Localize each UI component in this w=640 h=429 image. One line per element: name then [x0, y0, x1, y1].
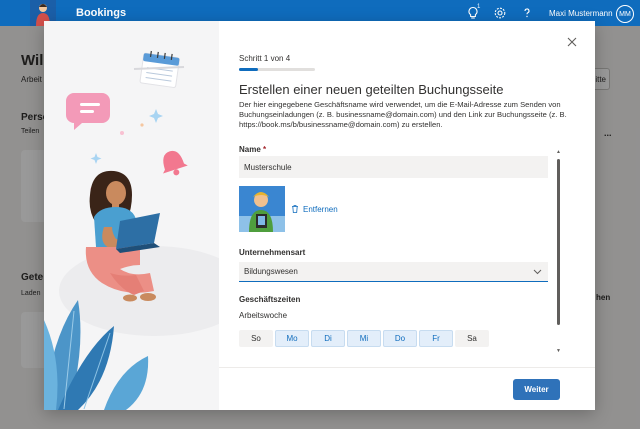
day-toggle-so[interactable]: So: [239, 330, 273, 347]
create-booking-page-dialog: Schritt 1 von 4 Erstellen einer neuen ge…: [44, 21, 595, 410]
business-logo-image: [239, 186, 285, 232]
close-icon: [567, 37, 577, 47]
step-indicator: Schritt 1 von 4: [239, 54, 291, 63]
business-type-value: Bildungswesen: [244, 267, 298, 276]
scroll-down-arrow-icon[interactable]: ▼: [556, 348, 561, 354]
day-toggle-fr[interactable]: Fr: [419, 330, 453, 347]
day-toggle-di[interactable]: Di: [311, 330, 345, 347]
day-toggle-mo[interactable]: Mo: [275, 330, 309, 347]
name-label-text: Name: [239, 145, 261, 154]
app-title: Bookings: [76, 7, 127, 19]
notification-badge: 1: [477, 4, 481, 10]
chevron-down-icon: [533, 269, 542, 275]
name-label: Name *: [239, 145, 266, 154]
remove-logo-label: Entfernen: [303, 204, 338, 214]
woman-with-laptop-illustration: [44, 50, 219, 410]
dialog-content: Schritt 1 von 4 Erstellen einer neuen ge…: [219, 21, 595, 410]
workweek-day-selector: So Mo Di Mi Do Fr Sa: [239, 330, 489, 347]
gear-icon[interactable]: [493, 6, 507, 20]
progress-fill: [239, 68, 258, 71]
business-type-dropdown[interactable]: Bildungswesen: [239, 262, 548, 282]
day-toggle-sa[interactable]: Sa: [455, 330, 489, 347]
required-marker: *: [263, 145, 267, 154]
day-toggle-mi[interactable]: Mi: [347, 330, 381, 347]
progress-bar: [239, 68, 315, 71]
dialog-title: Erstellen einer neuen geteilten Buchungs…: [239, 82, 504, 97]
business-hours-label: Geschäftszeiten: [239, 295, 301, 304]
close-button[interactable]: [565, 35, 579, 49]
workweek-label: Arbeitswoche: [239, 311, 288, 320]
dialog-footer-divider: [219, 367, 595, 368]
name-input[interactable]: Musterschule: [239, 156, 548, 178]
scroll-up-arrow-icon[interactable]: ▲: [556, 149, 561, 155]
next-button[interactable]: Weiter: [513, 379, 560, 400]
trash-icon: [292, 205, 298, 213]
remove-logo-button[interactable]: Entfernen: [290, 204, 338, 214]
user-name[interactable]: Maxi Mustermann: [549, 9, 613, 18]
scrollbar-thumb[interactable]: [557, 159, 560, 325]
dialog-description: Der hier eingegebene Geschäftsname wird …: [239, 100, 567, 129]
user-avatar[interactable]: MM: [616, 5, 634, 23]
illustration-panel: [44, 21, 219, 410]
form-scroll-area[interactable]: Name * Musterschule Entfernen Unternehme…: [239, 145, 555, 361]
business-type-label: Unternehmensart: [239, 248, 306, 257]
day-toggle-do[interactable]: Do: [383, 330, 417, 347]
help-icon[interactable]: [520, 6, 534, 20]
